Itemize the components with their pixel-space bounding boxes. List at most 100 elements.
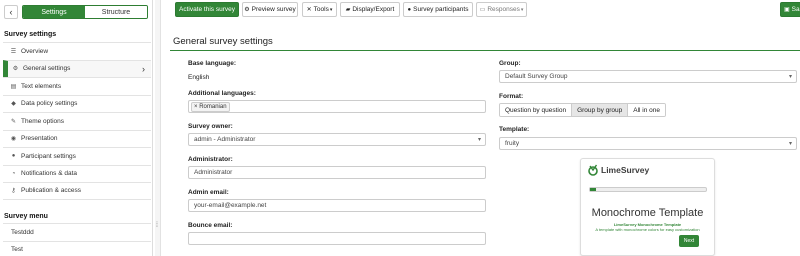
bounce-email-input[interactable]: [188, 232, 486, 245]
admin-email-value: your-email@example.net: [194, 202, 267, 209]
folder-open-icon: ▰: [345, 7, 351, 13]
comments-icon: ▭: [479, 7, 486, 13]
caret-down-icon: ▾: [477, 137, 481, 143]
survey-participants-label: Survey participants: [413, 6, 469, 13]
display-export-label: Display/Export: [352, 6, 395, 13]
sidebar: ‹ Settings Structure Survey settings ☰ O…: [0, 0, 153, 256]
additional-languages-select[interactable]: × Romanian: [188, 100, 486, 113]
sidebar-menu-item-test[interactable]: Test: [3, 240, 151, 256]
sidebar-resize-handle[interactable]: ⁞: [155, 0, 161, 256]
preview-description: A template with monochrome colors for ea…: [595, 227, 700, 232]
title-divider: [170, 50, 800, 51]
display-export-button[interactable]: ▰ Display/Export: [340, 2, 400, 17]
preview-title: Monochrome Template: [591, 207, 704, 219]
top-toolbar: Activate this survey ⚙ Preview survey ✕ …: [162, 0, 800, 20]
tag-remove-icon[interactable]: ×: [194, 104, 198, 110]
administrator-input[interactable]: Administrator: [188, 166, 486, 179]
sidebar-item-general-settings[interactable]: ⚙ General settings ›: [3, 59, 151, 77]
survey-menu-list: Testddd Test: [3, 223, 151, 256]
group-select[interactable]: Default Survey Group ▾: [499, 70, 797, 83]
language-tag[interactable]: × Romanian: [191, 101, 230, 112]
sidebar-item-label: Testddd: [11, 228, 34, 236]
list-icon: ☰: [10, 48, 17, 55]
survey-owner-value: admin - Administrator: [194, 136, 256, 143]
caret-down-icon: ▾: [329, 6, 333, 13]
progress-fill: [590, 188, 596, 191]
survey-owner-label: Survey owner:: [188, 123, 233, 130]
sidebar-menu-item-testddd[interactable]: Testddd: [3, 223, 151, 241]
preview-progress-bar: [589, 187, 707, 192]
paint-brush-icon: ✎: [10, 118, 17, 125]
logo-text: LimeSurvey: [601, 165, 650, 175]
format-label: Format:: [499, 93, 524, 100]
floppy-icon: ▣: [784, 7, 790, 13]
administrator-label: Administrator:: [188, 156, 233, 163]
key-icon: ⚷: [11, 188, 16, 195]
caret-down-icon: ▾: [788, 141, 792, 147]
template-preview: LimeSurvey Monochrome Template LimeSurve…: [580, 158, 715, 256]
group-value: Default Survey Group: [505, 73, 568, 80]
admin-email-input[interactable]: your-email@example.net: [188, 199, 486, 212]
sidebar-tabs: Settings Structure: [22, 5, 148, 19]
sidebar-item-notifications[interactable]: ◔ Notifications & data: [3, 164, 151, 182]
admin-email-label: Admin email:: [188, 189, 229, 196]
cog-icon: ⚙: [244, 7, 250, 13]
wrench-icon: ✕: [306, 7, 312, 13]
sidebar-item-label: General settings: [23, 65, 71, 73]
template-value: fruity: [505, 140, 520, 147]
format-toggle-group: Question by question Group by group All …: [499, 103, 666, 117]
sidebar-item-theme-options[interactable]: ✎ Theme options: [3, 112, 151, 130]
sidebar-item-label: Presentation: [21, 135, 58, 143]
preview-survey-button[interactable]: ⚙ Preview survey: [242, 2, 298, 17]
group-label: Group:: [499, 60, 521, 67]
cogs-icon: ⚙: [12, 66, 19, 73]
shield-icon: ◆: [11, 101, 16, 108]
sidebar-item-label: Notifications & data: [21, 170, 78, 178]
feed-icon: ◔: [11, 170, 16, 177]
caret-down-icon: ▾: [788, 74, 792, 80]
sidebar-item-data-policy[interactable]: ◆ Data policy settings: [3, 94, 151, 112]
caret-down-icon: ▾: [520, 6, 524, 13]
survey-owner-select[interactable]: admin - Administrator ▾: [188, 133, 486, 146]
collapse-sidebar-button[interactable]: ‹: [4, 5, 18, 19]
activate-survey-label: Activate this survey: [179, 6, 235, 13]
chevron-left-icon: ‹: [9, 7, 13, 17]
sidebar-item-text-elements[interactable]: ▤ Text elements: [3, 77, 151, 95]
tab-settings[interactable]: Settings: [23, 6, 85, 18]
responses-label: Responses: [487, 6, 520, 13]
sidebar-item-label: Theme options: [21, 117, 64, 125]
sidebar-item-label: Publication & access: [21, 187, 81, 195]
sidebar-item-label: Test: [11, 246, 23, 254]
survey-participants-button[interactable]: ● Survey participants: [403, 2, 473, 17]
tab-structure[interactable]: Structure: [85, 6, 147, 18]
template-select[interactable]: fruity ▾: [499, 137, 797, 150]
base-language-label: Base language:: [188, 60, 237, 67]
survey-settings-heading: Survey settings: [4, 31, 57, 38]
sidebar-item-publication[interactable]: ⚷ Publication & access: [3, 182, 151, 200]
format-group-by-group[interactable]: Group by group: [572, 104, 629, 116]
sidebar-item-participant-settings[interactable]: ● Participant settings: [3, 147, 151, 165]
format-question-by-question[interactable]: Question by question: [500, 104, 573, 116]
preview-next-button: Next: [679, 235, 699, 247]
tools-dropdown-button[interactable]: ✕ Tools ▾: [302, 2, 337, 17]
base-language-value: English: [188, 74, 210, 81]
sidebar-item-presentation[interactable]: ◉ Presentation: [3, 129, 151, 147]
preview-survey-label: Preview survey: [251, 6, 296, 13]
sidebar-item-label: Overview: [21, 47, 49, 55]
activate-survey-button[interactable]: Activate this survey: [175, 2, 239, 17]
save-label: Sa: [791, 6, 800, 13]
administrator-value: Administrator: [194, 169, 233, 176]
users-icon: ●: [11, 153, 16, 160]
survey-settings-list: ☰ Overview ⚙ General settings › ▤ Text e…: [3, 42, 151, 200]
page-title: General survey settings: [173, 36, 273, 47]
sidebar-item-overview[interactable]: ☰ Overview: [3, 42, 151, 60]
main-content: General survey settings Base language: E…: [162, 20, 800, 256]
sidebar-header: ‹ Settings Structure: [0, 0, 153, 24]
save-button[interactable]: ▣ Sa: [780, 2, 800, 17]
responses-dropdown-button[interactable]: ▭ Responses ▾: [476, 2, 527, 17]
chevron-right-icon: ›: [142, 63, 145, 74]
additional-languages-label: Additional languages:: [188, 90, 256, 97]
sidebar-item-label: Data policy settings: [21, 100, 78, 108]
format-all-in-one[interactable]: All in one: [628, 104, 665, 116]
bounce-email-label: Bounce email:: [188, 222, 233, 229]
